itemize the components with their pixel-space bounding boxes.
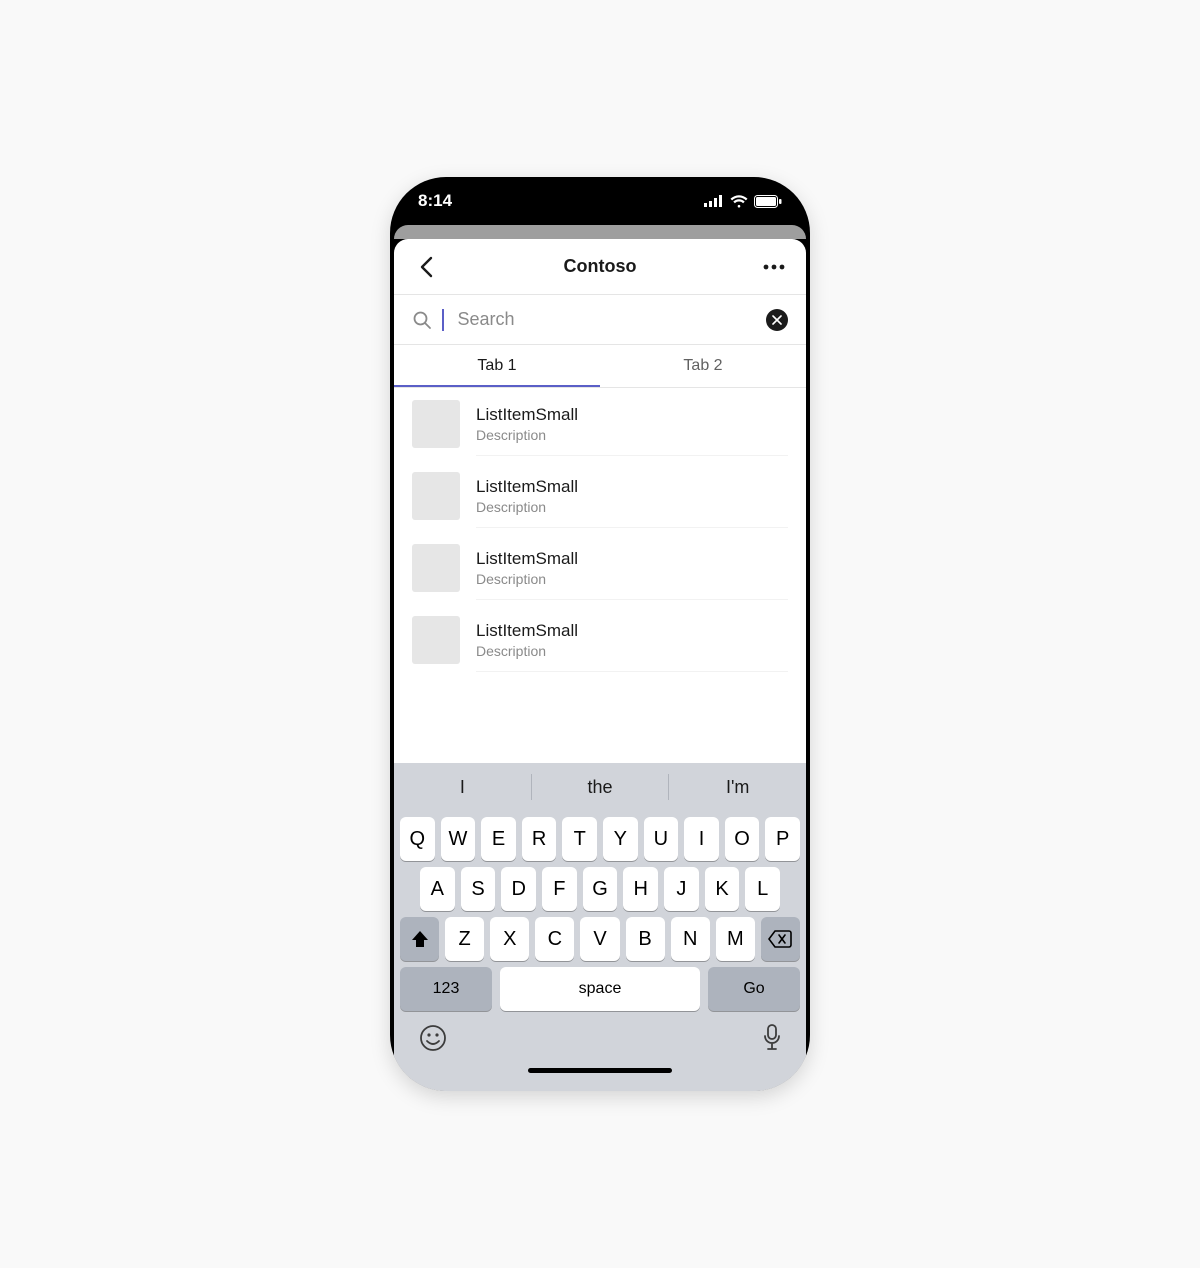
ellipsis-icon — [762, 264, 786, 270]
prediction-3[interactable]: I'm — [669, 777, 806, 798]
search-row — [394, 295, 806, 345]
thumbnail-placeholder-icon — [412, 400, 460, 448]
key-q[interactable]: Q — [400, 817, 435, 861]
key-y[interactable]: Y — [603, 817, 638, 861]
page-title: Contoso — [564, 256, 637, 277]
go-key[interactable]: Go — [708, 967, 800, 1011]
key-i[interactable]: I — [684, 817, 719, 861]
list-item[interactable]: ListItemSmall Description — [394, 604, 806, 676]
list-item[interactable]: ListItemSmall Description — [394, 532, 806, 604]
cellular-icon — [704, 195, 724, 207]
search-icon — [412, 310, 432, 330]
key-e[interactable]: E — [481, 817, 516, 861]
key-d[interactable]: D — [501, 867, 536, 911]
list-item-title: ListItemSmall — [476, 549, 788, 569]
list-item[interactable]: ListItemSmall Description — [394, 460, 806, 532]
thumbnail-placeholder-icon — [412, 544, 460, 592]
keyboard-footer — [394, 1017, 806, 1058]
nav-bar: Contoso — [394, 239, 806, 295]
list-item[interactable]: ListItemSmall Description — [394, 388, 806, 460]
results-list: ListItemSmall Description ListItemSmall … — [394, 388, 806, 763]
list-item-text: ListItemSmall Description — [476, 477, 788, 528]
list-item-title: ListItemSmall — [476, 621, 788, 641]
modal-sheet: Contoso Tab 1 Tab 2 ListItemSmall Descri… — [394, 239, 806, 1091]
key-a[interactable]: A — [420, 867, 455, 911]
key-t[interactable]: T — [562, 817, 597, 861]
key-m[interactable]: M — [716, 917, 755, 961]
list-item-title: ListItemSmall — [476, 477, 788, 497]
prediction-1[interactable]: I — [394, 777, 531, 798]
list-item-description: Description — [476, 427, 788, 443]
tab-bar: Tab 1 Tab 2 — [394, 345, 806, 388]
back-button[interactable] — [412, 253, 440, 281]
key-r[interactable]: R — [522, 817, 557, 861]
microphone-icon — [762, 1023, 782, 1053]
backspace-key[interactable] — [761, 917, 800, 961]
chevron-left-icon — [419, 256, 433, 278]
key-l[interactable]: L — [745, 867, 780, 911]
backspace-icon — [768, 930, 792, 948]
key-h[interactable]: H — [623, 867, 658, 911]
key-row-4: 123 space Go — [394, 961, 806, 1017]
numbers-key[interactable]: 123 — [400, 967, 492, 1011]
background-sheet-strip — [394, 225, 806, 239]
wifi-icon — [730, 195, 748, 208]
phone-frame: 8:14 Contoso Tab 1 Tab — [390, 177, 810, 1091]
status-icons — [704, 195, 782, 208]
dictation-button[interactable] — [762, 1023, 782, 1058]
list-item-title: ListItemSmall — [476, 405, 788, 425]
thumbnail-placeholder-icon — [412, 616, 460, 664]
list-item-text: ListItemSmall Description — [476, 405, 788, 456]
key-z[interactable]: Z — [445, 917, 484, 961]
prediction-2[interactable]: the — [532, 777, 669, 798]
emoji-icon — [418, 1023, 448, 1053]
key-row-2: A S D F G H J K L — [394, 861, 806, 911]
key-c[interactable]: C — [535, 917, 574, 961]
space-key[interactable]: space — [500, 967, 700, 1011]
more-button[interactable] — [760, 253, 788, 281]
shift-icon — [410, 929, 430, 949]
home-indicator[interactable] — [528, 1068, 672, 1073]
status-time: 8:14 — [418, 191, 452, 211]
thumbnail-placeholder-icon — [412, 472, 460, 520]
key-p[interactable]: P — [765, 817, 800, 861]
key-j[interactable]: J — [664, 867, 699, 911]
list-item-description: Description — [476, 643, 788, 659]
key-b[interactable]: B — [626, 917, 665, 961]
battery-icon — [754, 195, 782, 208]
list-item-description: Description — [476, 499, 788, 515]
key-w[interactable]: W — [441, 817, 476, 861]
tab-1[interactable]: Tab 1 — [394, 345, 600, 387]
status-bar: 8:14 — [390, 177, 810, 225]
clear-search-button[interactable] — [766, 309, 788, 331]
tab-2[interactable]: Tab 2 — [600, 345, 806, 387]
key-v[interactable]: V — [580, 917, 619, 961]
prediction-bar: I the I'm — [394, 763, 806, 811]
close-icon — [772, 315, 782, 325]
key-x[interactable]: X — [490, 917, 529, 961]
key-f[interactable]: F — [542, 867, 577, 911]
key-n[interactable]: N — [671, 917, 710, 961]
key-row-3: Z X C V B N M — [394, 911, 806, 961]
key-s[interactable]: S — [461, 867, 496, 911]
emoji-button[interactable] — [418, 1023, 448, 1058]
key-k[interactable]: K — [705, 867, 740, 911]
text-cursor — [442, 309, 444, 331]
list-item-text: ListItemSmall Description — [476, 621, 788, 672]
key-row-1: Q W E R T Y U I O P — [394, 811, 806, 861]
key-g[interactable]: G — [583, 867, 618, 911]
key-u[interactable]: U — [644, 817, 679, 861]
list-item-description: Description — [476, 571, 788, 587]
key-o[interactable]: O — [725, 817, 760, 861]
keyboard: I the I'm Q W E R T Y U I O P A S — [394, 763, 806, 1091]
search-input[interactable] — [456, 305, 755, 334]
list-item-text: ListItemSmall Description — [476, 549, 788, 600]
shift-key[interactable] — [400, 917, 439, 961]
